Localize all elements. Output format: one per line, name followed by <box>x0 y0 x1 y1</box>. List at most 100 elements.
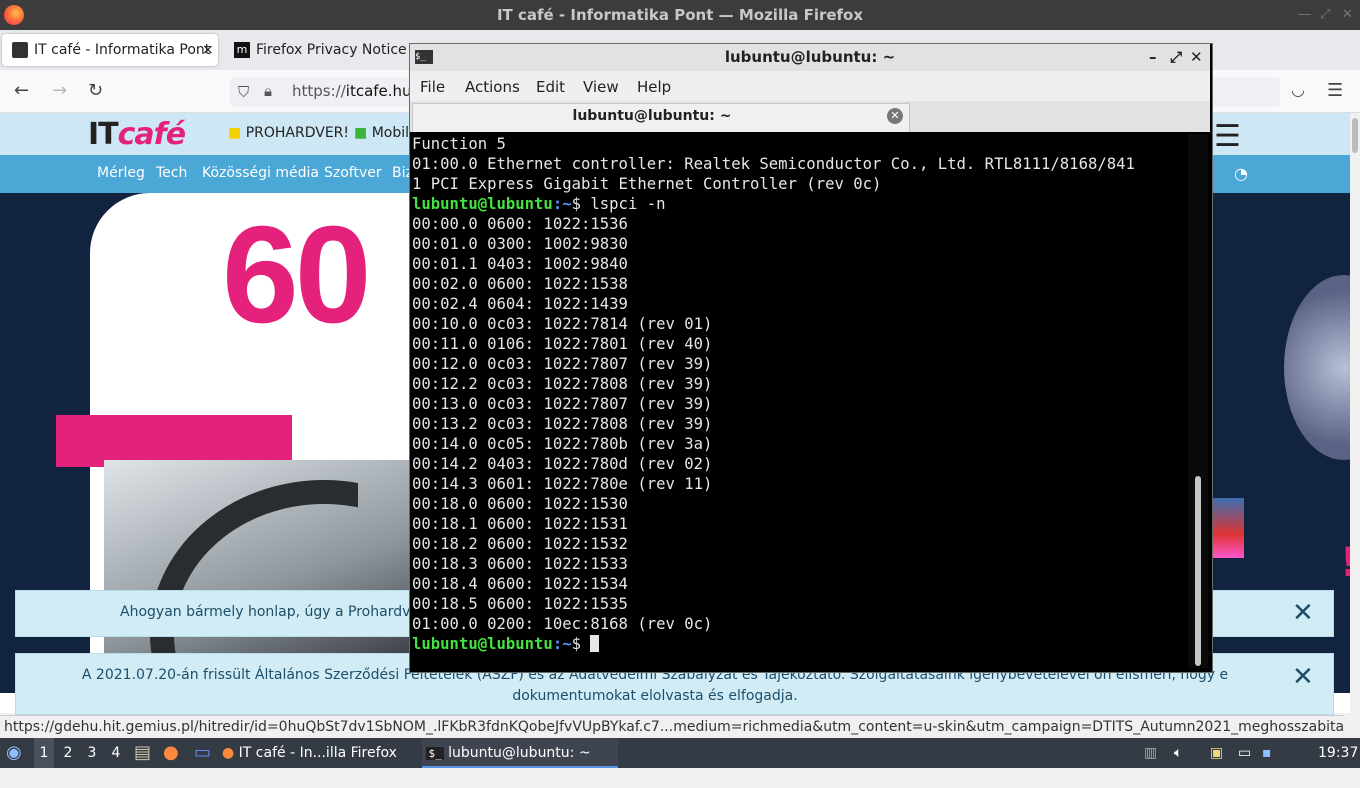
lspci-output-line: 00:02.4 0604: 1022:1439 <box>412 295 628 313</box>
terminal-title: lubuntu@lubuntu: ~ <box>724 48 896 66</box>
clock[interactable]: 19:37 <box>1318 738 1358 768</box>
lspci-output-line: 00:18.3 0600: 1022:1533 <box>412 555 628 573</box>
lspci-output-line: 00:00.0 0600: 1022:1536 <box>412 215 628 233</box>
firefox-window-title: IT café - Informatika Pont — Mozilla Fir… <box>496 6 864 24</box>
minimize-icon[interactable]: ― <box>1298 7 1311 22</box>
file-manager-icon[interactable]: ▤ <box>134 738 151 768</box>
menu-actions[interactable]: Actions <box>465 78 520 96</box>
tab-itcafe[interactable]: IT café - Informatika Pont × <box>2 34 218 66</box>
itcafe-favicon-icon <box>12 42 28 58</box>
task-terminal[interactable]: $_ lubuntu@lubuntu: ~ <box>422 738 618 768</box>
close-terms-icon[interactable]: ✕ <box>1292 662 1314 692</box>
terminal-previous-output: Function 5 01:00.0 Ethernet controller: R… <box>412 134 1192 194</box>
prohardver-link[interactable]: ■ PROHARDVER! <box>228 125 349 141</box>
lspci-output-line: 00:18.2 0600: 1022:1532 <box>412 535 628 553</box>
terminal-menubar <box>410 71 1210 101</box>
prompt-symbol: $ <box>571 195 581 213</box>
task-label: IT café - In...illa Firefox <box>238 745 397 761</box>
tracking-shield-icon[interactable]: ⛉ <box>238 83 249 101</box>
itcafe-logo[interactable]: ITcafé <box>88 117 186 152</box>
menu-view[interactable]: View <box>583 78 619 96</box>
command-output: 00:00.0 0600: 1022:1536 00:01.0 0300: 100… <box>412 214 1192 634</box>
firefox-launcher-icon[interactable]: ● <box>163 738 179 768</box>
terminal-line: Function 5 <box>412 135 506 153</box>
forward-icon[interactable]: → <box>52 80 67 101</box>
rss-icon[interactable]: ◔ <box>1234 164 1248 183</box>
tab-close-icon[interactable]: × <box>202 34 214 66</box>
lspci-output-line: 00:01.1 0403: 1002:9840 <box>412 255 628 273</box>
lspci-output-line: 00:01.0 0300: 1002:9830 <box>412 235 628 253</box>
menu-file[interactable]: File <box>420 78 445 96</box>
page-scrollbar[interactable] <box>1350 113 1360 713</box>
nav-merleg[interactable]: Mérleg <box>97 165 145 181</box>
command-line: lubuntu@lubuntu:~$ lspci -n <box>412 194 1192 214</box>
task-label: lubuntu@lubuntu: ~ <box>448 745 591 761</box>
lubuntu-menu-icon[interactable]: ◉ <box>6 738 22 768</box>
workspace-3[interactable]: 3 <box>82 738 102 768</box>
workspace-4[interactable]: 4 <box>106 738 126 768</box>
terminal-line: 1 PCI Express Gigabit Ethernet Controlle… <box>412 175 882 193</box>
lspci-output-line: 00:11.0 0106: 1022:7801 (rev 40) <box>412 335 713 353</box>
terminal-minimize-icon[interactable]: – <box>1149 48 1157 66</box>
update-notifier-icon[interactable]: ▪ <box>1262 738 1272 768</box>
tab-label: Firefox Privacy Notice - <box>256 42 417 58</box>
lspci-output-line: 00:14.0 0c05: 1022:780b (rev 3a) <box>412 435 713 453</box>
prompt-path: :~ <box>552 195 572 213</box>
close-notice-icon[interactable]: ✕ <box>1292 598 1314 628</box>
terminal-line: 01:00.0 Ethernet controller: Realtek Sem… <box>412 155 1135 173</box>
lspci-output-line: 00:12.2 0c03: 1022:7808 (rev 39) <box>412 375 713 393</box>
pocket-icon[interactable]: ◡ <box>1291 80 1305 99</box>
tab-label: IT café - Informatika Pont <box>34 42 211 58</box>
lspci-output-line: 01:00.0 0200: 10ec:8168 (rev 0c) <box>412 615 713 633</box>
back-icon[interactable]: ← <box>14 80 29 101</box>
clipboard-icon[interactable]: ▣ <box>1210 738 1223 768</box>
maximize-icon[interactable]: ⤢ <box>1320 7 1330 22</box>
workspace-1[interactable]: 1 <box>34 738 54 768</box>
task-firefox[interactable]: ● IT café - In...illa Firefox <box>222 738 420 768</box>
lspci-output-line: 00:13.2 0c03: 1022:7808 (rev 39) <box>412 415 713 433</box>
mobil-link[interactable]: ■ Mobil <box>354 125 409 141</box>
active-prompt-line[interactable]: lubuntu@lubuntu:~$ <box>412 634 1192 654</box>
lspci-output-line: 00:13.0 0c03: 1022:7807 (rev 39) <box>412 395 713 413</box>
command-text: lspci -n <box>581 195 666 213</box>
nav-tech[interactable]: Tech <box>156 165 187 181</box>
mozilla-favicon-icon: m <box>234 42 250 58</box>
tray-storage-icon[interactable]: ▥ <box>1144 738 1157 768</box>
menu-edit[interactable]: Edit <box>536 78 565 96</box>
volume-icon[interactable]: 🔈︎ <box>1174 738 1182 768</box>
side-thumbnail[interactable] <box>1212 498 1244 558</box>
terminal-tab-close-icon[interactable]: ✕ <box>887 108 903 124</box>
network-icon[interactable]: ▭ <box>1238 738 1251 768</box>
terminal-scrollbar-thumb[interactable] <box>1195 476 1201 666</box>
menu-icon[interactable]: ☰ <box>1327 80 1343 101</box>
prompt-user: lubuntu@lubuntu <box>412 195 553 213</box>
lspci-output-line: 00:14.2 0403: 1022:780d (rev 02) <box>412 455 713 473</box>
page-scrollbar-thumb[interactable] <box>1352 118 1358 153</box>
terminal-tab-label: lubuntu@lubuntu: ~ <box>572 108 732 124</box>
hero-number: 60 <box>222 198 371 352</box>
reload-icon[interactable]: ↻ <box>88 80 103 101</box>
lspci-output-line: 00:18.0 0600: 1022:1530 <box>412 495 628 513</box>
terminal-output[interactable]: Function 5 01:00.0 Ethernet controller: R… <box>412 134 1192 666</box>
prompt-symbol: $ <box>571 635 581 653</box>
close-icon[interactable]: ✕ <box>1342 7 1353 22</box>
site-menu-icon[interactable]: ☰ <box>1214 119 1241 154</box>
nav-kozossegi-media[interactable]: Közösségi média <box>202 165 319 181</box>
show-desktop-icon[interactable]: ▭ <box>194 738 211 768</box>
terminal-task-icon: $_ <box>426 747 444 760</box>
lock-icon[interactable]: 🔒︎ <box>264 82 272 100</box>
menu-help[interactable]: Help <box>637 78 671 96</box>
lspci-output-line: 00:18.1 0600: 1022:1531 <box>412 515 628 533</box>
lspci-output-line: 00:14.3 0601: 1022:780e (rev 11) <box>412 475 713 493</box>
cookie-notice-text: Ahogyan bármely honlap, úgy a Prohardver… <box>120 604 451 620</box>
prompt-user: lubuntu@lubuntu <box>412 635 553 653</box>
tab-privacy-notice[interactable]: m Firefox Privacy Notice - <box>228 34 418 66</box>
lspci-output-line: 00:02.0 0600: 1022:1538 <box>412 275 628 293</box>
text-cursor <box>590 635 600 652</box>
lspci-output-line: 00:10.0 0c03: 1022:7814 (rev 01) <box>412 315 713 333</box>
terminal-close-icon[interactable]: ✕ <box>1190 48 1203 66</box>
workspace-2[interactable]: 2 <box>58 738 78 768</box>
terminal-maximize-icon[interactable]: ⤢ <box>1170 48 1182 66</box>
nav-szoftver[interactable]: Szoftver <box>324 165 382 181</box>
url-text[interactable]: https://itcafe.hu/ <box>292 82 417 100</box>
